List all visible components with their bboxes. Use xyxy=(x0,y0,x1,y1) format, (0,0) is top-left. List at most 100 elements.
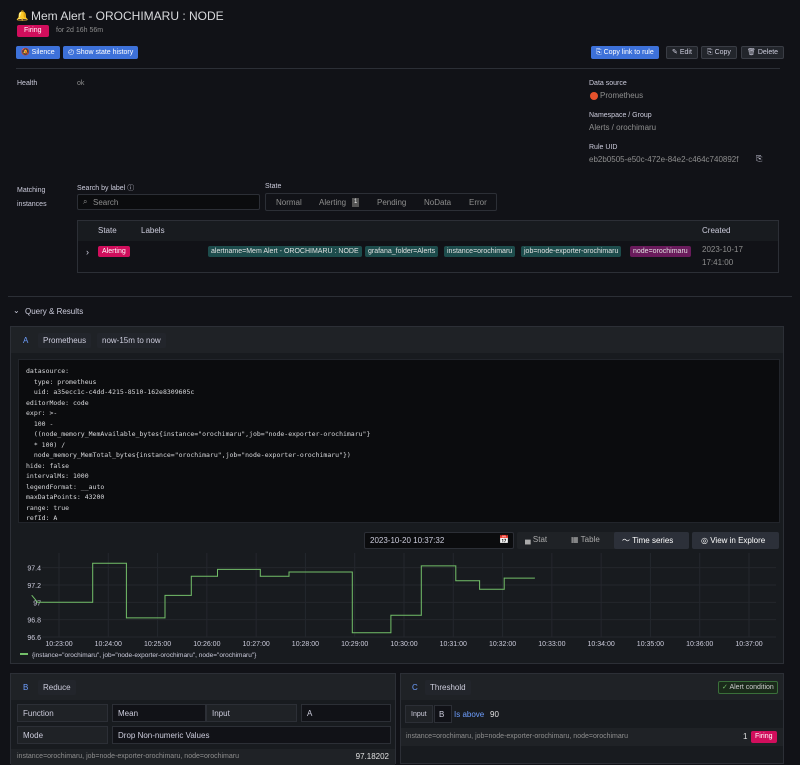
data-point xyxy=(92,601,94,603)
x-tick-label: 10:27:00 xyxy=(243,641,270,648)
view-table[interactable]: ▦ Table xyxy=(571,535,600,544)
matching-instances-label: Matching instances xyxy=(17,187,47,208)
threshold-result-row: instance=orochimaru, job=node-exporter-o… xyxy=(401,728,783,746)
history-icon: ◴ xyxy=(68,49,75,56)
reduce-title: Reduce xyxy=(38,680,76,695)
filter-error[interactable]: Error xyxy=(469,198,487,207)
rule-uid-value: eb2b0505-e50c-472e-84e2-c464c740892f xyxy=(589,155,739,164)
timestamp-input[interactable]: 2023-10-20 10:37:32 📅 xyxy=(364,532,514,549)
health-label: Health xyxy=(17,80,38,87)
y-tick-label: 97.2 xyxy=(27,583,41,590)
threshold-header: C Threshold ✓ Alert condition xyxy=(401,674,783,700)
data-point xyxy=(190,575,192,577)
bell-off-icon: 🔕 xyxy=(21,49,30,56)
calendar-icon[interactable]: 📅 xyxy=(499,535,509,544)
divider xyxy=(8,296,792,297)
col-labels: Labels xyxy=(141,226,165,235)
alerting-count-badge: 1 xyxy=(352,198,360,207)
filter-alerting[interactable]: Alerting xyxy=(319,198,346,207)
chevron-right-icon[interactable]: › xyxy=(86,247,89,257)
data-point xyxy=(351,571,353,573)
code-line: hide: false xyxy=(26,461,70,470)
threshold-operator[interactable]: Is above xyxy=(454,710,484,719)
code-line: intervalMs: 1000 xyxy=(26,472,89,480)
view-timeseries[interactable]: 〜 Time series xyxy=(614,532,689,549)
search-label-text: Search by label xyxy=(77,185,126,192)
edit-label: Edit xyxy=(679,49,692,56)
data-point xyxy=(534,577,536,579)
x-tick-label: 10:30:00 xyxy=(390,641,417,648)
search-icon: ⌕ xyxy=(83,197,88,206)
legend-swatch xyxy=(20,653,28,655)
label-tag: grafana_folder=Alerts xyxy=(365,246,439,257)
edit-button[interactable]: ✎ Edit xyxy=(666,46,698,59)
silence-button[interactable]: 🔕 Silence xyxy=(16,46,60,59)
view-in-explore-button[interactable]: ◎ View in Explore xyxy=(692,532,779,549)
filter-normal[interactable]: Normal xyxy=(276,198,302,207)
data-point xyxy=(259,575,261,577)
data-point xyxy=(503,577,505,579)
data-point xyxy=(390,632,392,634)
x-tick-label: 10:31:00 xyxy=(440,641,467,648)
silence-label: Silence xyxy=(31,49,55,56)
input-select[interactable]: A xyxy=(301,704,391,722)
copy-button[interactable]: ⎘ Copy xyxy=(701,46,737,59)
reduce-header: B Reduce xyxy=(11,674,395,700)
info-icon: ⓘ xyxy=(127,185,135,192)
query-code[interactable]: datasource: type: prometheus uid: a35ecc… xyxy=(18,359,780,523)
code-line: range: true xyxy=(26,503,70,512)
x-tick-label: 10:35:00 xyxy=(637,641,664,648)
chevron-down-icon[interactable]: ⌄ xyxy=(13,306,20,315)
table-row[interactable]: › Alerting alertname=Mem Alert - OROCHIM… xyxy=(78,241,778,272)
result-value: 97.18202 xyxy=(355,752,389,761)
health-value: ok xyxy=(77,80,85,87)
search-input[interactable]: ⌕ Search xyxy=(77,194,260,210)
query-section-title[interactable]: Query & Results xyxy=(25,307,83,316)
pencil-icon: ✎ xyxy=(672,49,678,56)
mode-select[interactable]: Drop Non-numeric Values xyxy=(112,726,391,744)
data-point xyxy=(164,595,166,596)
code-line: refId: A xyxy=(26,514,58,522)
data-point xyxy=(217,569,218,570)
threshold-title: Threshold xyxy=(425,680,471,695)
namespace-label: Namespace / Group xyxy=(589,112,652,119)
state-history-button[interactable]: ◴ Show state history xyxy=(63,46,139,59)
delete-button[interactable]: 🗑 Delete xyxy=(741,46,785,59)
rule-uid-label: Rule UID xyxy=(589,144,618,151)
compass-icon: ◎ xyxy=(701,536,708,545)
search-label: Search by label ⓘ xyxy=(77,183,134,193)
alert-condition-label: Alert condition xyxy=(729,684,774,691)
data-point xyxy=(164,617,166,619)
query-time-range[interactable]: now-15m to now xyxy=(97,333,166,348)
filter-pending[interactable]: Pending xyxy=(377,198,406,207)
view-toggle: ▄ Stat ▦ Table 〜 Time series xyxy=(517,532,689,549)
divider xyxy=(16,68,780,69)
threshold-input-select[interactable]: B xyxy=(434,705,452,723)
query-panel-a: A Prometheus now-15m to now datasource: … xyxy=(10,326,784,664)
threshold-value[interactable]: 90 xyxy=(490,710,499,719)
trash-icon: 🗑 xyxy=(747,49,756,56)
code-line: maxDataPoints: 43200 xyxy=(26,493,105,501)
view-stat[interactable]: ▄ Stat xyxy=(525,535,547,544)
function-select[interactable]: Mean xyxy=(112,704,206,722)
copy-link-button[interactable]: ⎘ Copy link to rule xyxy=(591,46,659,59)
stat-icon: ▄ xyxy=(525,535,531,544)
x-tick-label: 10:37:00 xyxy=(735,641,762,648)
data-point xyxy=(125,617,127,619)
threshold-panel: C Threshold ✓ Alert condition Input B Is… xyxy=(400,673,784,764)
copy-icon[interactable]: ⎘ xyxy=(756,154,762,164)
data-point xyxy=(259,569,261,570)
data-point xyxy=(217,575,218,577)
filter-nodata[interactable]: NoData xyxy=(424,198,451,207)
label-tag: alertname=Mem Alert - OROCHIMARU : NODE xyxy=(208,246,362,257)
query-datasource[interactable]: Prometheus xyxy=(38,333,92,348)
search-placeholder: Search xyxy=(93,198,119,207)
y-tick-label: 97.4 xyxy=(27,566,41,573)
data-point xyxy=(479,580,480,582)
result-labels: instance=orochimaru, job=node-exporter-o… xyxy=(17,753,239,760)
query-ref: A xyxy=(23,336,29,345)
state-filter-group: Normal Alerting 1 Pending NoData Error xyxy=(265,193,497,211)
table-icon: ▦ xyxy=(571,535,579,544)
alert-condition-badge: ✓ Alert condition xyxy=(718,681,778,694)
table-header: State Labels Created xyxy=(78,221,778,241)
